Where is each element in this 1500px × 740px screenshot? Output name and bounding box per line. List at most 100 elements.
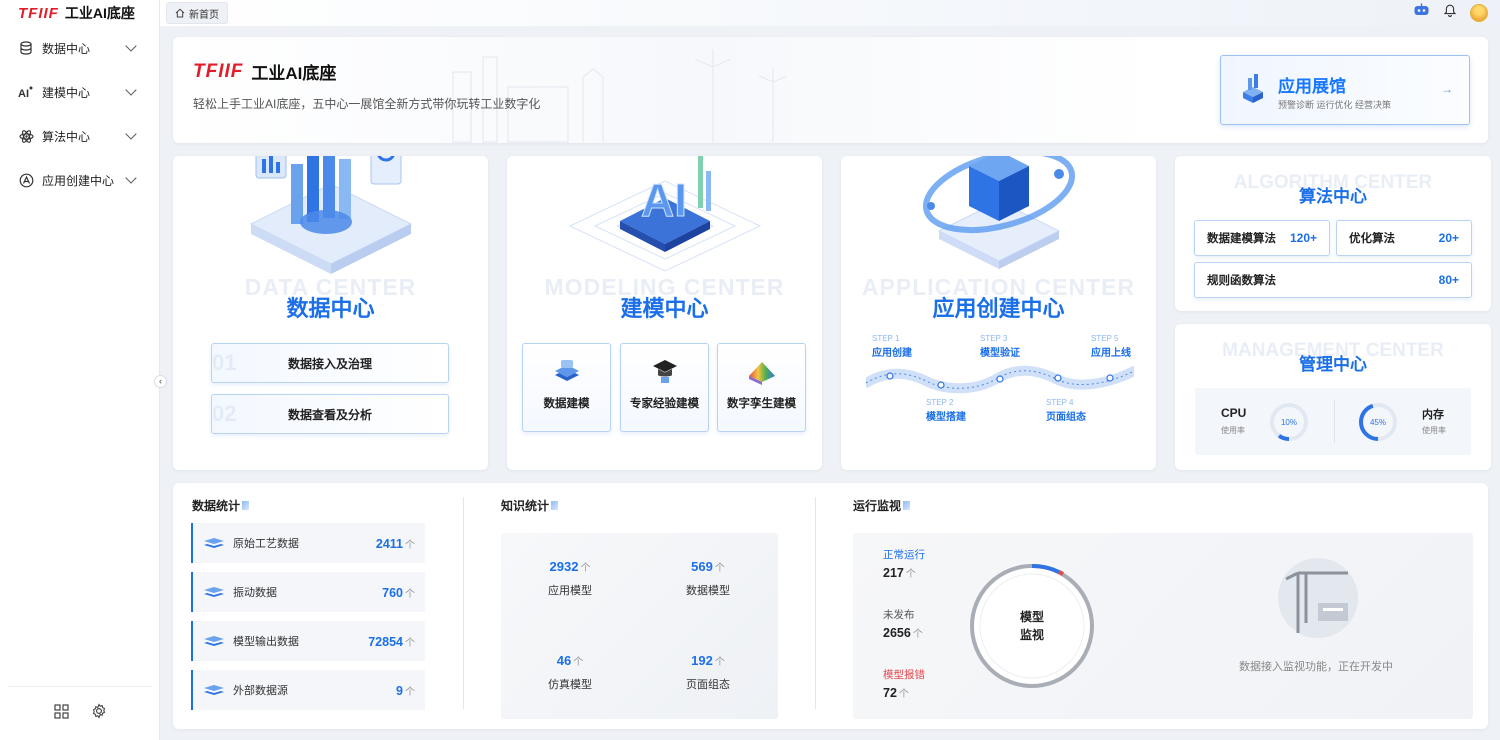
- tab-new-home[interactable]: 新首页: [166, 2, 228, 24]
- step-5: STEP 5 应用上线: [1091, 334, 1131, 359]
- stat-label: 振动数据: [233, 587, 277, 599]
- home-icon: [175, 8, 185, 18]
- stat-row-model-output[interactable]: 模型输出数据 72854 个: [191, 621, 425, 661]
- monitor-panel: 正常运行 217 个 未发布 2656 个 模型报错 72 个 模型 监视 数据…: [853, 533, 1473, 719]
- monitor-item-normal[interactable]: 正常运行 217 个: [883, 547, 925, 580]
- data-ingest-governance-button[interactable]: 01 数据接入及治理: [211, 343, 449, 383]
- hero-title: TFIIF 工业AI底座: [193, 59, 336, 84]
- brand-name: 工业AI底座: [64, 5, 135, 21]
- stat-row-external-source[interactable]: 外部数据源 9个: [191, 670, 425, 710]
- stat-row-vibration[interactable]: 振动数据 760 个: [191, 572, 425, 612]
- cpu-value: 10%: [1281, 418, 1297, 427]
- step-label: 模型验证: [980, 348, 1020, 359]
- hero-subtitle: 轻松上手工业AI底座，五中心一展馆全新方式带你玩转工业数字化: [193, 97, 541, 111]
- cpu-label: CPU: [1221, 406, 1247, 420]
- modeling-center-title: 建模中心: [620, 296, 709, 321]
- modeling-center-card[interactable]: AI MODELING CENTER 建模中心 数据建模 专家经验建模 数字孪生…: [507, 156, 822, 470]
- cpu-gauge: 10%: [1270, 403, 1308, 441]
- memory-value: 45%: [1370, 418, 1386, 427]
- gear-icon[interactable]: [91, 703, 107, 724]
- step-label: 应用创建: [872, 348, 912, 359]
- svg-text:AI: AI: [18, 88, 29, 99]
- step-label: 页面组态: [1046, 412, 1086, 423]
- stat-row-raw-process[interactable]: 原始工艺数据 2411 个: [191, 523, 425, 563]
- sidebar-item-algorithm-center[interactable]: 算法中心: [0, 114, 159, 158]
- sidebar-item-modeling-center[interactable]: AI 建模中心: [0, 70, 159, 114]
- svg-text:AI: AI: [641, 174, 687, 226]
- sidebar-item-label: 应用创建中心: [42, 173, 115, 188]
- step-2: STEP 2 模型搭建: [926, 398, 966, 423]
- chevron-down-icon: [125, 84, 137, 96]
- index-number: 01: [212, 350, 237, 375]
- divider: [815, 497, 816, 709]
- factory-background-illustration: [452, 49, 788, 143]
- sidebar-item-data-center[interactable]: 数据中心: [0, 26, 159, 70]
- expert-modeling-tile[interactable]: 专家经验建模: [620, 343, 709, 432]
- knowledge-stats-title: 知识统计: [501, 497, 558, 514]
- stat-value: 72854 个: [368, 634, 415, 649]
- step-1: STEP 1 应用创建: [872, 334, 912, 359]
- showroom-icon: [1243, 74, 1263, 103]
- sidebar-item-label: 数据中心: [42, 41, 91, 56]
- sidebar-item-app-create-center[interactable]: 应用创建中心: [0, 158, 159, 202]
- stat-label: 模型输出数据: [233, 636, 299, 648]
- algorithm-label: 规则函数算法: [1207, 275, 1276, 287]
- sidebar-item-label: 建模中心: [42, 85, 91, 100]
- data-modeling-algorithm-button[interactable]: 数据建模算法 120+: [1194, 220, 1330, 256]
- optimization-algorithm-button[interactable]: 优化算法 20+: [1336, 220, 1472, 256]
- management-center-title: 管理中心: [1299, 355, 1367, 374]
- management-center-card[interactable]: MANAGEMENT CENTER 管理中心 CPU 使用率 10% 45% 内…: [1175, 324, 1491, 470]
- knowledge-item-simulation-model[interactable]: 46 个 仿真模型: [501, 653, 639, 692]
- application-center-illustration: [922, 156, 1075, 269]
- data-view-analysis-button[interactable]: 02 数据查看及分析: [211, 394, 449, 434]
- algorithm-label: 优化算法: [1349, 233, 1395, 245]
- showroom-title: 应用展馆: [1278, 77, 1346, 96]
- memory-label: 内存: [1422, 409, 1444, 421]
- knowledge-item-page-config[interactable]: 192 个 页面组态: [639, 653, 777, 692]
- tile-label: 专家经验建模: [630, 398, 699, 410]
- knowledge-item-data-model[interactable]: 569 个 数据模型: [639, 559, 777, 598]
- robot-icon[interactable]: [1413, 3, 1430, 22]
- database-icon: [18, 40, 34, 56]
- chevron-down-icon: [125, 128, 137, 140]
- algorithm-center-card[interactable]: ALGORITHM CENTER 算法中心 数据建模算法 120+ 优化算法 2…: [1175, 156, 1491, 311]
- brand-logo: TFIIF: [18, 4, 59, 22]
- step-3: STEP 3 模型验证: [980, 334, 1020, 359]
- chevron-down-icon: [125, 40, 137, 52]
- digital-twin-modeling-tile[interactable]: 数字孪生建模: [717, 343, 806, 432]
- algorithm-count: 20+: [1438, 231, 1459, 245]
- divider: [1334, 400, 1335, 443]
- sidebar-item-label: 算法中心: [42, 129, 91, 144]
- application-center-title: 应用创建中心: [932, 296, 1065, 321]
- button-label: 数据接入及治理: [287, 356, 372, 371]
- data-modeling-tile[interactable]: 数据建模: [522, 343, 611, 432]
- application-center-card[interactable]: APPLICATION CENTER 应用创建中心 STEP 1 应用创建 STE…: [841, 156, 1156, 470]
- knowledge-item-app-model[interactable]: 2932 个 应用模型: [501, 559, 639, 598]
- hero-logo: TFIIF: [193, 60, 244, 82]
- main-content: TFIIF 工业AI底座 轻松上手工业AI底座，五中心一展馆全新方式带你玩转工业…: [160, 26, 1500, 740]
- data-center-title: 数据中心: [286, 296, 375, 321]
- layers-icon: [554, 360, 579, 381]
- stack-icon: [204, 685, 224, 695]
- bell-icon[interactable]: [1443, 4, 1457, 22]
- hero-banner: TFIIF 工业AI底座 轻松上手工业AI底座，五中心一展馆全新方式带你玩转工业…: [173, 37, 1488, 143]
- showroom-subtitle: 预警诊断 运行优化 经营决策: [1278, 100, 1392, 110]
- step-label: 模型搭建: [926, 412, 966, 423]
- stack-icon: [204, 636, 224, 646]
- data-center-card[interactable]: DATA CENTER 数据中心 01 数据接入及治理 02 数据查看及分析: [173, 156, 488, 470]
- stat-value: 9个: [396, 683, 415, 698]
- statistics-panel: 数据统计 原始工艺数据 2411 个 振动数据 760 个 模型输出数据 72854…: [173, 483, 1488, 729]
- stat-value: 2411 个: [375, 536, 415, 551]
- algorithm-count: 120+: [1289, 231, 1317, 245]
- stack-icon: [204, 587, 224, 597]
- monitor-item-error[interactable]: 模型报错 72 个: [883, 667, 925, 700]
- brand: TFIIF 工业AI底座: [0, 0, 159, 26]
- app-showroom-button[interactable]: 应用展馆 预警诊断 运行优化 经营决策 →: [1220, 55, 1470, 125]
- algorithm-count: 80+: [1438, 273, 1459, 287]
- rule-function-algorithm-button[interactable]: 规则函数算法 80+: [1194, 262, 1472, 298]
- hero-title-text: 工业AI底座: [251, 64, 337, 83]
- avatar[interactable]: [1470, 3, 1488, 22]
- grid-icon[interactable]: [53, 703, 69, 724]
- monitor-item-unpublished[interactable]: 未发布 2656 个: [883, 607, 923, 640]
- arrow-right-icon: →: [1441, 82, 1453, 96]
